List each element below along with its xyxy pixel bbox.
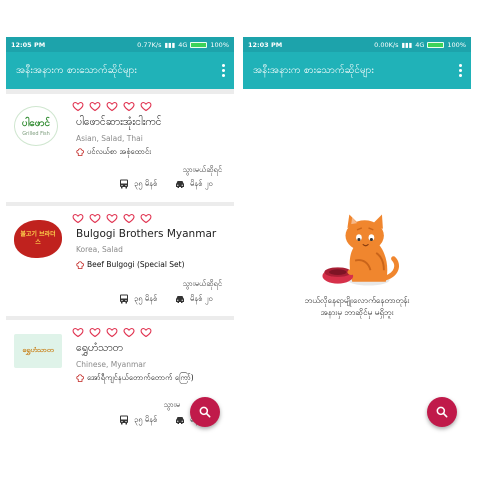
heart-icon[interactable] (106, 212, 118, 224)
cat-with-empty-bowl-icon (322, 214, 400, 286)
chef-hat-icon (76, 374, 84, 382)
bus-icon (120, 294, 128, 304)
app-bar: အနီးအနားက စားသောက်ဆိုင်များ (243, 52, 471, 89)
recommended-dish-text: ပင်လယ်စာ အစုံထောင်း (87, 147, 152, 156)
search-icon (199, 406, 211, 418)
heart-icon[interactable] (123, 100, 135, 112)
restaurant-name: ရွှေဟံသာတ (76, 342, 123, 354)
chef-hat-icon (76, 148, 84, 156)
heart-icon[interactable] (89, 326, 101, 338)
recommended-dish-text: Beef Bulgogi (Special Set) (87, 260, 185, 269)
logo-text: 불고기 브라더스 (20, 231, 56, 246)
heart-icon[interactable] (89, 100, 101, 112)
signal-icon: ▮▮▮ (164, 40, 176, 49)
battery-icon (190, 41, 208, 48)
status-indicators: 0.00K/s ▮▮▮ 4G 100% (374, 41, 466, 49)
status-bar: 12:05 PM 0.77K/s ▮▮▮ 4G 100% (6, 37, 234, 52)
heart-icon[interactable] (140, 212, 152, 224)
car-time: မိနစ် ၂၀ (174, 178, 213, 190)
car-time: မိနစ် ၂၀ (174, 293, 213, 305)
restaurant-card[interactable]: 불고기 브라더스 Bulgogi Brothers Myanmar Korea,… (6, 206, 234, 316)
status-bar: 12:03 PM 0.00K/s ▮▮▮ 4G 100% (243, 37, 471, 52)
logo-subtext: Grilled Fish (22, 130, 50, 137)
restaurant-cuisine: Chinese, Myanmar (76, 360, 146, 369)
battery-icon (427, 41, 445, 48)
car-time-text: မိနစ် ၂၀ (190, 293, 213, 303)
search-fab-button[interactable] (190, 397, 220, 427)
heart-icon[interactable] (123, 212, 135, 224)
chef-hat-icon (76, 261, 84, 269)
more-vert-icon[interactable] (218, 64, 228, 77)
bus-time-text: ၃၅ မိနစ် (134, 178, 158, 188)
restaurant-cuisine: Korea, Salad (76, 245, 123, 254)
phone-screen-list: 12:05 PM 0.77K/s ▮▮▮ 4G 100% အနီးအနားက စ… (6, 37, 234, 442)
restaurant-logo: 불고기 브라더스 (14, 220, 62, 258)
more-vert-icon[interactable] (455, 64, 465, 77)
network-speed: 0.77K/s (137, 40, 162, 49)
recommended-dish-text: အော်ရီကျင်နယ်တောက်တောက် ကြော်) (87, 373, 194, 382)
heart-icon[interactable] (123, 326, 135, 338)
restaurant-logo: ပါဖောင် Grilled Fish (14, 106, 58, 146)
search-fab-button[interactable] (427, 397, 457, 427)
travel-label: သွားမ (163, 400, 180, 409)
bus-icon (120, 415, 128, 425)
recommended-dish: အော်ရီကျင်နယ်တောက်တောက် ကြော်) (76, 373, 207, 383)
battery-level: 100% (210, 40, 229, 49)
status-time: 12:05 PM (11, 40, 46, 49)
rating-hearts[interactable] (72, 212, 152, 224)
bus-time: ၃၅ မိနစ် (118, 414, 157, 426)
recommended-dish: ပင်လယ်စာ အစုံထောင်း (76, 147, 207, 157)
car-icon (176, 181, 184, 188)
phone-screen-empty: 12:03 PM 0.00K/s ▮▮▮ 4G 100% အနီးအနားက စ… (243, 37, 471, 442)
page-title: အနီးအနားက စားသောက်ဆိုင်များ (16, 65, 137, 76)
empty-state-message: ဘယ်လိုနေရာမျိုးလောက်နေတာတုန်း အနားမှ ဘာဆ… (243, 295, 471, 319)
bus-icon (120, 179, 128, 189)
network-speed: 0.00K/s (374, 40, 399, 49)
network-type: 4G (178, 40, 188, 49)
heart-icon[interactable] (140, 100, 152, 112)
sad-cat-illustration (309, 203, 405, 299)
battery-level: 100% (447, 40, 466, 49)
travel-label: သွားမယ်ဆိုရင် (182, 279, 222, 288)
restaurant-name: ပါဖောင်ဆားအုံးငါးကင် (76, 116, 162, 128)
bus-time: ၃၅ မိနစ် (118, 178, 157, 190)
heart-icon[interactable] (72, 326, 84, 338)
heart-icon[interactable] (106, 326, 118, 338)
rating-hearts[interactable] (72, 326, 152, 338)
network-type: 4G (415, 40, 425, 49)
car-icon (176, 417, 184, 424)
search-icon (436, 406, 448, 418)
status-indicators: 0.77K/s ▮▮▮ 4G 100% (137, 41, 229, 49)
app-bar: အနီးအနားက စားသောက်ဆိုင်များ (6, 52, 234, 89)
logo-text: ရွှေဟံသာတ (22, 346, 54, 354)
rating-hearts[interactable] (72, 100, 152, 112)
heart-icon[interactable] (89, 212, 101, 224)
restaurant-list[interactable]: ပါဖောင် Grilled Fish ပါဖောင်ဆားအုံးငါးကင… (6, 89, 234, 442)
heart-icon[interactable] (72, 100, 84, 112)
empty-line-1: ဘယ်လိုနေရာမျိုးလောက်နေတာတုန်း (304, 296, 410, 305)
logo-text: ပါဖောင် (21, 117, 51, 129)
travel-label: သွားမယ်ဆိုရင် (182, 165, 222, 174)
bus-time-text: ၃၅ မိနစ် (134, 414, 158, 424)
heart-icon[interactable] (72, 212, 84, 224)
car-time-text: မိနစ် ၂၀ (190, 178, 213, 188)
bus-time: ၃၅ မိနစ် (118, 293, 157, 305)
signal-icon: ▮▮▮ (401, 40, 413, 49)
status-time: 12:03 PM (248, 40, 283, 49)
page-title: အနီးအနားက စားသောက်ဆိုင်များ (253, 65, 374, 76)
restaurant-logo: ရွှေဟံသာတ (14, 334, 62, 368)
car-icon (176, 296, 184, 303)
recommended-dish: Beef Bulgogi (Special Set) (76, 260, 207, 270)
bus-time-text: ၃၅ မိနစ် (134, 293, 158, 303)
restaurant-name: Bulgogi Brothers Myanmar (76, 228, 217, 240)
restaurant-card[interactable]: ပါဖောင် Grilled Fish ပါဖောင်ဆားအုံးငါးကင… (6, 94, 234, 202)
empty-line-2: အနားမှ ဘာဆိုင်မှ မရှိဘူး (320, 308, 394, 317)
heart-icon[interactable] (140, 326, 152, 338)
restaurant-cuisine: Asian, Salad, Thai (76, 134, 143, 143)
heart-icon[interactable] (106, 100, 118, 112)
